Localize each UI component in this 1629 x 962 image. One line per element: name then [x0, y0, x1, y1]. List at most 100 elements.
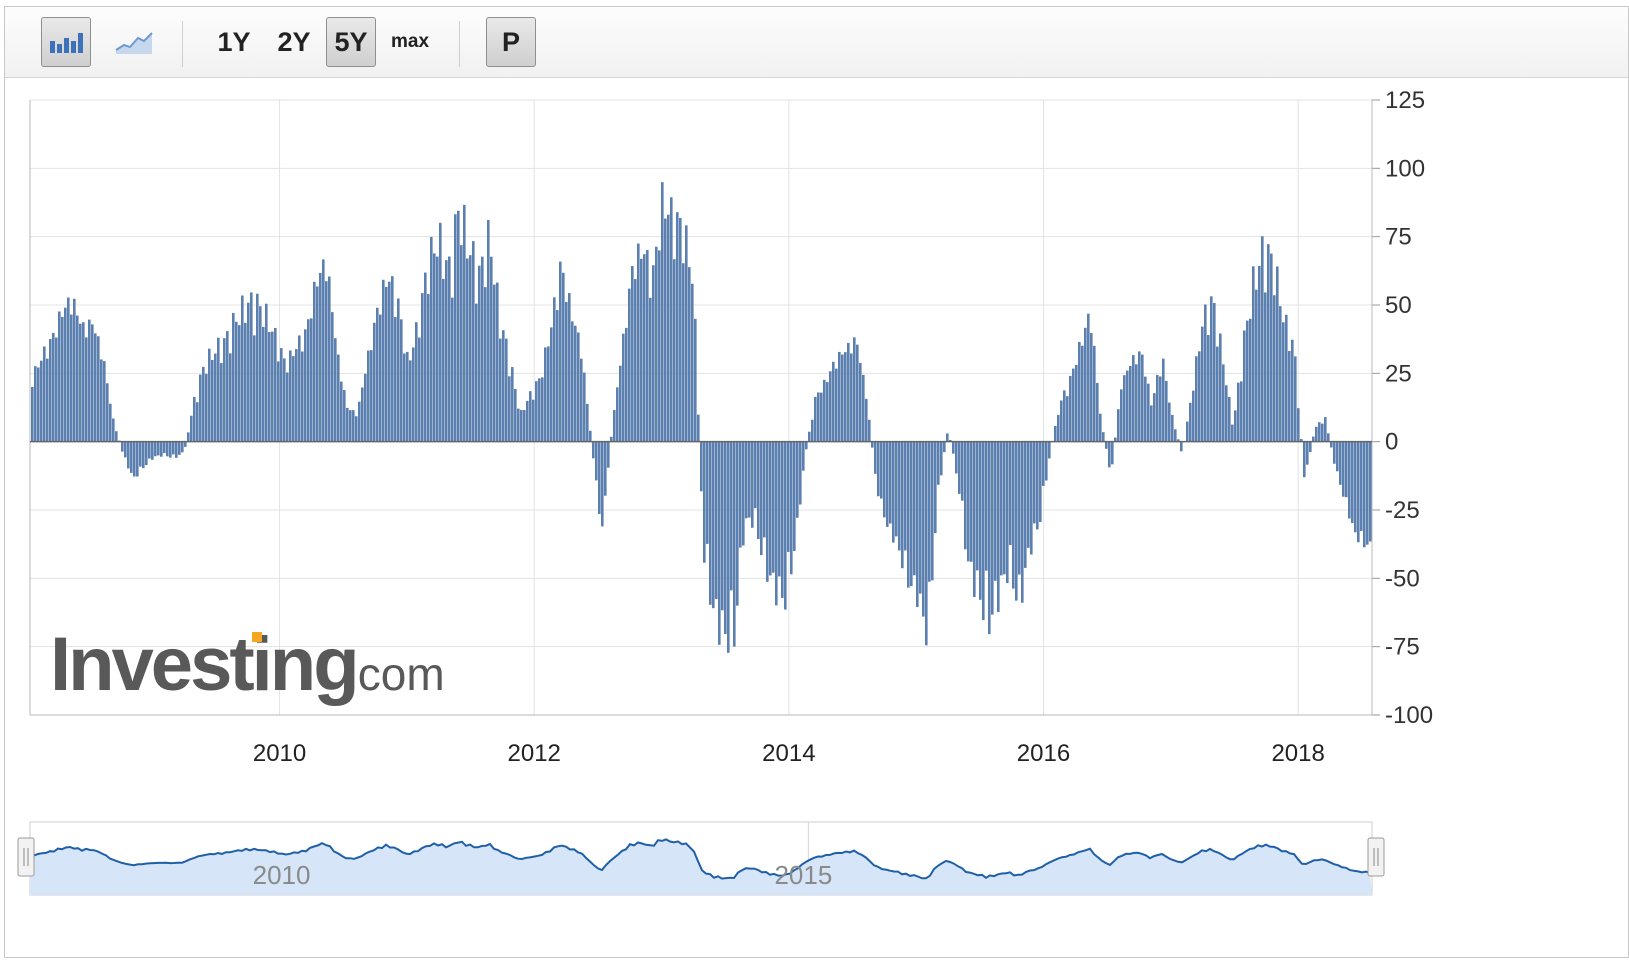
data-bar [166, 441, 169, 457]
data-bar [106, 383, 109, 442]
data-bar [313, 281, 316, 442]
y-tick-label: 125 [1385, 87, 1425, 114]
data-bar [592, 441, 595, 459]
data-bar [799, 441, 802, 505]
data-bar [778, 441, 781, 577]
data-bar [1222, 364, 1225, 442]
data-bar [1030, 441, 1033, 555]
data-bar [469, 255, 472, 442]
data-bar [1117, 409, 1120, 442]
data-bar [268, 332, 271, 442]
data-bar [340, 381, 343, 442]
data-bar [298, 335, 301, 442]
data-bar [1036, 441, 1039, 530]
data-bar [1021, 441, 1024, 603]
data-bar [217, 337, 220, 442]
data-bar [475, 303, 478, 442]
data-bar [46, 358, 49, 442]
data-bar [655, 246, 658, 442]
navigator[interactable]: 2010 2015 [17, 821, 1385, 896]
data-bar [1039, 441, 1042, 523]
data-bar [367, 350, 370, 442]
data-bar [889, 441, 892, 524]
handle-body[interactable] [17, 837, 35, 877]
data-bar [1285, 314, 1288, 442]
data-bar [1207, 335, 1210, 442]
data-bar [1282, 322, 1285, 442]
data-bar [781, 441, 784, 599]
data-bar [1156, 375, 1159, 442]
data-bar [817, 392, 820, 442]
data-bar [757, 441, 760, 540]
data-bar [1180, 441, 1183, 452]
data-bar [919, 441, 922, 594]
data-bar [850, 353, 853, 442]
data-bar [31, 386, 34, 442]
data-bar [184, 441, 187, 447]
data-bar [379, 314, 382, 442]
data-bar [706, 441, 709, 544]
data-bar [832, 361, 835, 442]
handle-body[interactable] [1367, 837, 1385, 877]
data-bar [490, 256, 493, 442]
data-bar [670, 197, 673, 442]
data-bar [373, 322, 376, 442]
data-bar [787, 441, 790, 552]
data-bar [259, 306, 262, 442]
data-bar [1336, 441, 1339, 472]
data-bar [163, 441, 166, 454]
data-bar [562, 272, 565, 442]
data-bar [1129, 366, 1132, 442]
data-bar [586, 403, 589, 442]
data-bar [1267, 244, 1270, 442]
data-bar [823, 379, 826, 442]
data-bar [1261, 236, 1264, 442]
data-bar [718, 441, 721, 645]
data-bar [742, 441, 745, 546]
data-bar [853, 337, 856, 442]
data-bar [604, 441, 607, 496]
data-bar [526, 400, 529, 442]
x-tick-label: 2016 [1017, 740, 1070, 767]
data-bar [214, 353, 217, 442]
navigator-right-handle[interactable] [1367, 837, 1385, 877]
data-bar [658, 250, 661, 442]
data-bar [934, 441, 937, 534]
data-bar [1309, 441, 1312, 453]
data-bar [1345, 441, 1348, 498]
data-bar [1111, 441, 1114, 465]
data-bar [439, 222, 442, 442]
data-bar [277, 361, 280, 442]
data-bar [556, 310, 559, 442]
data-bar [1000, 441, 1003, 576]
data-bar [1027, 441, 1030, 548]
data-bar [1084, 327, 1087, 442]
data-bar [289, 350, 292, 442]
data-bar [931, 441, 934, 581]
data-bar [802, 441, 805, 471]
data-bar [229, 353, 232, 442]
x-tick-label: 2012 [508, 740, 561, 767]
data-bar [88, 319, 91, 442]
data-bar [826, 382, 829, 442]
data-bar [388, 281, 391, 442]
data-bar [376, 307, 379, 442]
data-bar [1291, 339, 1294, 442]
navigator-left-handle[interactable] [17, 837, 35, 877]
data-bar [232, 312, 235, 442]
data-bar [814, 396, 817, 442]
data-bar [1363, 441, 1366, 548]
data-bar [880, 441, 883, 499]
data-bar [1078, 342, 1081, 442]
data-bar [1273, 295, 1276, 442]
data-bar [145, 441, 148, 466]
y-tick-label: -50 [1385, 565, 1420, 592]
data-bar [784, 441, 787, 610]
data-bar [835, 368, 838, 442]
data-bar [124, 441, 127, 458]
data-bar [730, 441, 733, 591]
data-bar [247, 302, 250, 442]
data-bar [418, 337, 421, 442]
data-bar [991, 441, 994, 615]
data-bar [1324, 417, 1327, 442]
